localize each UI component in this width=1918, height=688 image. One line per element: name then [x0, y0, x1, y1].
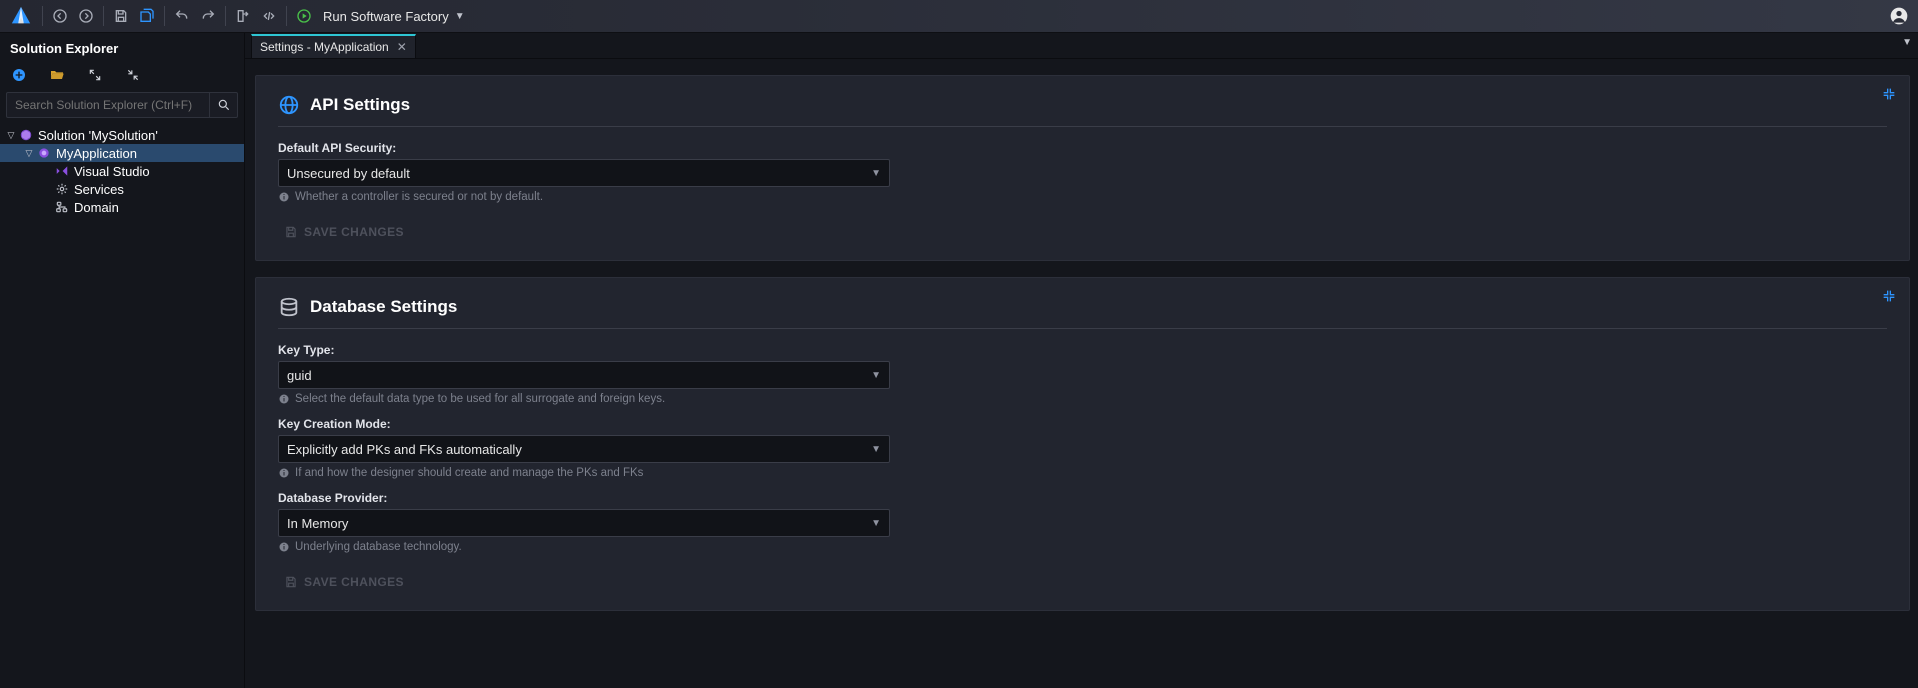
- info-icon: [278, 467, 290, 479]
- toolbar-divider: [103, 6, 104, 26]
- save-changes-button[interactable]: SAVE CHANGES: [284, 575, 404, 589]
- chevron-down-icon: ▼: [871, 444, 881, 455]
- app-logo: [10, 5, 32, 27]
- field-hint: Underlying database technology.: [278, 541, 1887, 553]
- save-all-button[interactable]: [134, 3, 160, 29]
- tree-node-application[interactable]: ▽ MyApplication: [0, 144, 244, 162]
- search-box: [6, 92, 238, 118]
- select-value: Explicitly add PKs and FKs automatically: [287, 442, 522, 457]
- api-icon: [278, 94, 300, 116]
- field-hint: Select the default data type to be used …: [278, 393, 1887, 405]
- panel-api-settings: API Settings Default API Security: Unsec…: [255, 75, 1910, 261]
- field-label: Database Provider:: [278, 491, 1887, 505]
- toolbar-divider: [286, 6, 287, 26]
- tree-label: Services: [74, 182, 124, 197]
- services-icon: [54, 181, 70, 197]
- tab-bar: Settings - MyApplication ✕ ▼: [245, 33, 1918, 59]
- run-dropdown-caret[interactable]: ▼: [455, 11, 465, 22]
- save-icon: [284, 575, 298, 589]
- run-label[interactable]: Run Software Factory: [323, 9, 449, 24]
- code-button[interactable]: [256, 3, 282, 29]
- collapse-button[interactable]: [124, 66, 142, 84]
- twist-icon[interactable]: ▽: [22, 148, 36, 159]
- tab-overflow-caret[interactable]: ▼: [1902, 37, 1912, 48]
- field-label: Key Type:: [278, 343, 1887, 357]
- info-icon: [278, 541, 290, 553]
- redo-button[interactable]: [195, 3, 221, 29]
- db-provider-select[interactable]: In Memory ▼: [278, 509, 890, 537]
- chevron-down-icon: ▼: [871, 518, 881, 529]
- undo-button[interactable]: [169, 3, 195, 29]
- collapse-panel-icon[interactable]: [1881, 86, 1897, 105]
- toolbar-divider: [225, 6, 226, 26]
- key-type-select[interactable]: guid ▼: [278, 361, 890, 389]
- top-toolbar: Run Software Factory ▼: [0, 0, 1918, 33]
- search-input[interactable]: [7, 98, 209, 112]
- add-button[interactable]: [10, 66, 28, 84]
- default-api-security-select[interactable]: Unsecured by default ▼: [278, 159, 890, 187]
- solution-explorer-panel: Solution Explorer ▽ Solution 'MySolution…: [0, 33, 245, 688]
- collapse-panel-icon[interactable]: [1881, 288, 1897, 307]
- tree-node-child[interactable]: Visual Studio: [0, 162, 244, 180]
- expand-button[interactable]: [86, 66, 104, 84]
- tree-label: MyApplication: [56, 146, 137, 161]
- field-label: Default API Security:: [278, 141, 1887, 155]
- save-changes-button[interactable]: SAVE CHANGES: [284, 225, 404, 239]
- key-creation-select[interactable]: Explicitly add PKs and FKs automatically…: [278, 435, 890, 463]
- account-button[interactable]: [1886, 3, 1912, 29]
- save-button[interactable]: [108, 3, 134, 29]
- database-icon: [278, 296, 300, 318]
- panel-title: API Settings: [310, 95, 410, 115]
- select-value: guid: [287, 368, 312, 383]
- forward-button[interactable]: [73, 3, 99, 29]
- field-label: Key Creation Mode:: [278, 417, 1887, 431]
- run-button[interactable]: [291, 3, 317, 29]
- tab-settings[interactable]: Settings - MyApplication ✕: [251, 34, 416, 58]
- panel-title: Solution Explorer: [0, 33, 244, 62]
- export-button[interactable]: [230, 3, 256, 29]
- search-icon[interactable]: [209, 93, 237, 117]
- tree-node-child[interactable]: Services: [0, 180, 244, 198]
- editor-area: Settings - MyApplication ✕ ▼ API Setting…: [245, 33, 1918, 688]
- tree-label: Domain: [74, 200, 119, 215]
- panel-title: Database Settings: [310, 297, 457, 317]
- solution-tree: ▽ Solution 'MySolution' ▽ MyApplication …: [0, 124, 244, 218]
- tab-label: Settings - MyApplication: [260, 40, 389, 54]
- solution-icon: [18, 127, 34, 143]
- panel-database-settings: Database Settings Key Type: guid ▼ Selec…: [255, 277, 1910, 611]
- back-button[interactable]: [47, 3, 73, 29]
- field-hint: Whether a controller is secured or not b…: [278, 191, 1887, 203]
- tree-label: Visual Studio: [74, 164, 150, 179]
- domain-icon: [54, 199, 70, 215]
- toolbar-divider: [164, 6, 165, 26]
- settings-body: API Settings Default API Security: Unsec…: [245, 59, 1918, 688]
- close-icon[interactable]: ✕: [397, 40, 407, 54]
- chevron-down-icon: ▼: [871, 168, 881, 179]
- chevron-down-icon: ▼: [871, 370, 881, 381]
- visual-studio-icon: [54, 163, 70, 179]
- save-icon: [284, 225, 298, 239]
- field-hint: If and how the designer should create an…: [278, 467, 1887, 479]
- info-icon: [278, 393, 290, 405]
- tree-node-solution[interactable]: ▽ Solution 'MySolution': [0, 126, 244, 144]
- info-icon: [278, 191, 290, 203]
- open-folder-button[interactable]: [48, 66, 66, 84]
- twist-icon[interactable]: ▽: [4, 130, 18, 141]
- tree-node-child[interactable]: Domain: [0, 198, 244, 216]
- select-value: Unsecured by default: [287, 166, 410, 181]
- application-icon: [36, 145, 52, 161]
- select-value: In Memory: [287, 516, 348, 531]
- tree-label: Solution 'MySolution': [38, 128, 158, 143]
- toolbar-divider: [42, 6, 43, 26]
